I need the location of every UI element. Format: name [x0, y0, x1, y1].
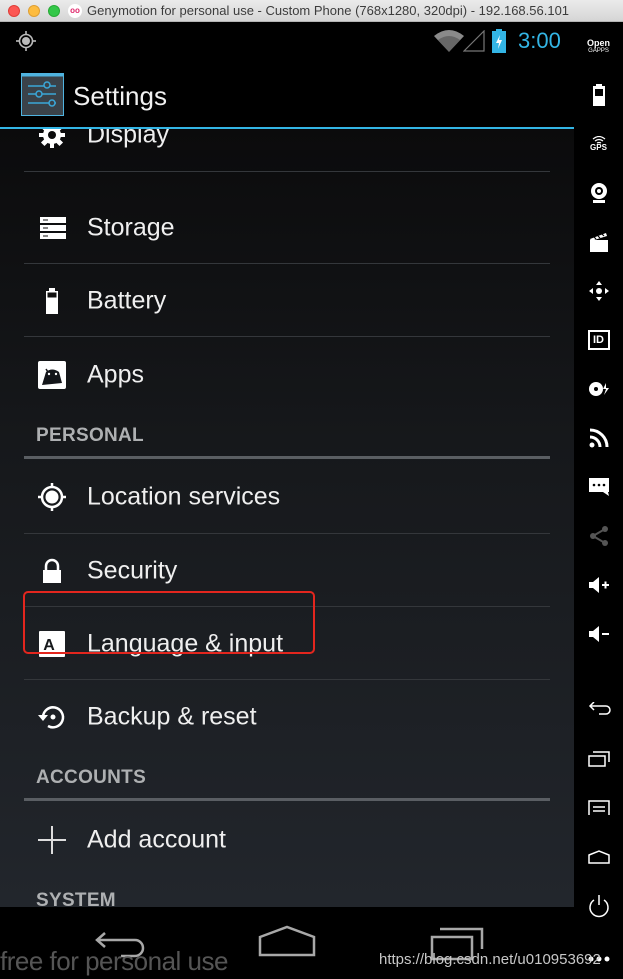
settings-item-display[interactable]: Display — [24, 129, 550, 171]
volume-down-button[interactable] — [574, 616, 623, 652]
minimize-window-button[interactable] — [28, 5, 40, 17]
section-header-personal: PERSONAL — [36, 425, 144, 446]
network-button[interactable] — [574, 420, 623, 456]
action-bar: Settings — [0, 60, 574, 128]
divider — [24, 679, 550, 680]
toolbar-menu-button[interactable] — [574, 790, 623, 826]
webcam-icon — [590, 183, 607, 203]
settings-item-label: Location services — [87, 482, 281, 511]
page-title: Settings — [73, 81, 167, 111]
menu-icon — [587, 800, 610, 815]
lock-icon — [43, 558, 61, 583]
divider — [24, 263, 550, 264]
genymotion-logo-icon: oo — [68, 4, 82, 18]
divider — [24, 171, 550, 172]
home-button[interactable] — [258, 925, 316, 957]
open-gapps-sublabel: GAPPS — [588, 47, 609, 54]
power-button[interactable] — [574, 888, 623, 924]
settings-item-storage[interactable]: Storage — [24, 192, 550, 264]
open-gapps-label: Open — [586, 37, 610, 48]
highlight-box — [23, 591, 315, 654]
settings-item-backup-reset[interactable]: Backup & reset — [24, 681, 550, 753]
clock: 3:00 — [518, 28, 561, 53]
disk-io-button[interactable] — [574, 371, 623, 407]
personal-use-watermark: free for personal use — [0, 946, 228, 976]
rss-signal-icon — [589, 428, 608, 448]
window-titlebar: oo Genymotion for personal use - Custom … — [0, 0, 623, 22]
status-bar: 3:00 — [0, 23, 574, 60]
remote-control-button[interactable] — [574, 273, 623, 309]
display-gear-icon — [39, 129, 65, 148]
clapperboard-icon — [589, 233, 608, 252]
recent-apps-icon — [587, 751, 610, 767]
battery-icon — [592, 84, 605, 106]
plus-icon — [38, 826, 66, 854]
battery-icon — [46, 288, 58, 314]
close-window-button[interactable] — [8, 5, 20, 17]
storage-icon — [40, 217, 66, 239]
settings-item-label: Security — [87, 556, 178, 585]
source-url-watermark: https://blog.csdn.net/u010953692 — [379, 951, 601, 968]
action-bar-divider — [0, 127, 574, 129]
settings-item-label: Backup & reset — [87, 702, 257, 731]
volume-down-icon — [588, 626, 609, 642]
divider — [24, 533, 550, 534]
device-id-button[interactable]: ID — [574, 322, 623, 358]
toolbar-recent-apps-button[interactable] — [574, 741, 623, 777]
power-icon — [588, 895, 609, 918]
backup-icon — [38, 706, 65, 729]
section-divider — [24, 798, 550, 801]
section-header-accounts: ACCOUNTS — [36, 767, 147, 788]
disk-icon — [588, 382, 609, 396]
camera-widget-button[interactable] — [574, 175, 623, 211]
message-icon — [588, 478, 609, 496]
settings-item-add-account[interactable]: Add account — [24, 804, 550, 876]
open-gapps-button[interactable]: Open GAPPS — [574, 28, 623, 64]
share-icon — [589, 526, 608, 546]
genymotion-toolbar: Open GAPPS GPS ID — [574, 23, 623, 979]
wifi-icon — [434, 30, 464, 52]
dpad-icon — [588, 281, 609, 301]
settings-item-label: Apps — [87, 360, 144, 389]
battery-charging-icon — [492, 29, 506, 53]
settings-item-label: Storage — [87, 213, 175, 242]
share-button[interactable] — [574, 518, 623, 554]
sms-button[interactable] — [574, 469, 623, 505]
toolbar-home-button[interactable] — [574, 839, 623, 875]
gps-widget-button[interactable]: GPS — [574, 126, 623, 162]
battery-widget-button[interactable] — [574, 77, 623, 113]
volume-up-icon — [588, 577, 609, 593]
settings-item-label: Battery — [87, 286, 167, 315]
home-icon — [587, 850, 610, 864]
gps-label: GPS — [590, 143, 607, 152]
settings-item-label: Add account — [87, 825, 226, 854]
window-title: Genymotion for personal use - Custom Pho… — [87, 3, 570, 18]
phone-screen: 3:00 Settings Display Storage Battery Ap… — [0, 23, 574, 979]
maximize-window-button[interactable] — [48, 5, 60, 17]
signal-icon — [463, 30, 485, 52]
settings-item-location-services[interactable]: Location services — [24, 461, 550, 533]
settings-app-icon[interactable] — [21, 73, 64, 116]
apps-icon — [38, 361, 66, 389]
location-icon — [38, 483, 66, 511]
volume-up-button[interactable] — [574, 567, 623, 603]
location-icon — [16, 31, 36, 51]
media-capture-button[interactable] — [574, 224, 623, 260]
section-header-system: SYSTEM — [36, 890, 116, 907]
settings-item-label: Display — [87, 129, 169, 149]
settings-item-apps[interactable]: Apps — [24, 339, 550, 411]
section-divider — [24, 456, 550, 459]
divider — [24, 336, 550, 337]
id-icon: ID — [587, 330, 610, 350]
settings-item-battery[interactable]: Battery — [24, 265, 550, 337]
back-icon — [588, 702, 611, 715]
settings-list[interactable]: Display Storage Battery Apps PERSONAL Lo… — [0, 129, 574, 907]
toolbar-back-button[interactable] — [574, 692, 623, 728]
